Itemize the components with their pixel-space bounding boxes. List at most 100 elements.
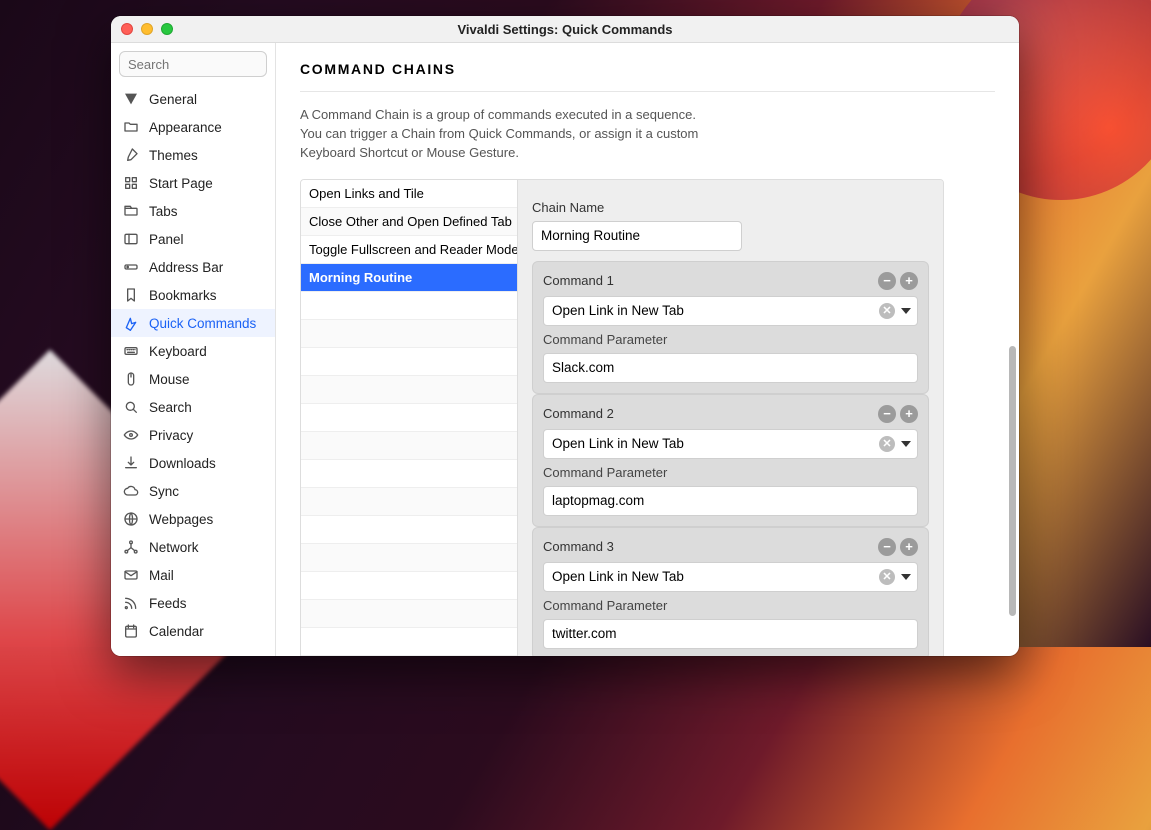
bookmark-icon [123, 287, 139, 303]
zoom-window-button[interactable] [161, 23, 173, 35]
command-action-select[interactable]: Open Link in New Tab ✕ [543, 429, 918, 459]
sidebar-item-label: Search [149, 400, 192, 415]
clear-icon[interactable]: ✕ [879, 436, 895, 452]
chain-editor: Chain Name Command 1 − + Open Link in Ne… [518, 180, 943, 656]
tabs-icon [123, 203, 139, 219]
chain-list-empty-row [301, 460, 517, 488]
command-card: Command 2 − + Open Link in New Tab ✕ Com… [532, 394, 929, 527]
sidebar-item-address-bar[interactable]: Address Bar [111, 253, 275, 281]
search-input[interactable] [119, 51, 267, 77]
chain-list-empty-row [301, 292, 517, 320]
sidebar-item-privacy[interactable]: Privacy [111, 421, 275, 449]
command-action-select[interactable]: Open Link in New Tab ✕ [543, 562, 918, 592]
cloud-icon [123, 483, 139, 499]
remove-command-button[interactable]: − [878, 272, 896, 290]
sidebar-item-quick-commands[interactable]: Quick Commands [111, 309, 275, 337]
sidebar-item-label: Address Bar [149, 260, 223, 275]
command-title: Command 3 [543, 539, 614, 554]
remove-command-button[interactable]: − [878, 405, 896, 423]
remove-command-button[interactable]: − [878, 538, 896, 556]
sidebar-item-start-page[interactable]: Start Page [111, 169, 275, 197]
sidebar-item-bookmarks[interactable]: Bookmarks [111, 281, 275, 309]
sidebar: General Appearance Themes Start Page Tabs Pan… [111, 43, 276, 656]
add-command-button[interactable]: + [900, 538, 918, 556]
window-controls [121, 23, 173, 35]
sidebar-item-panel[interactable]: Panel [111, 225, 275, 253]
sidebar-item-label: Webpages [149, 512, 213, 527]
sidebar-item-label: Start Page [149, 176, 213, 191]
command-param-input[interactable] [543, 619, 918, 649]
add-command-button[interactable]: + [900, 272, 918, 290]
clear-icon[interactable]: ✕ [879, 303, 895, 319]
vivaldi-icon [123, 91, 139, 107]
chain-list-empty-row [301, 488, 517, 516]
chain-list-empty-row [301, 404, 517, 432]
globe-icon [123, 511, 139, 527]
sidebar-item-label: Panel [149, 232, 184, 247]
chain-list-empty-row [301, 320, 517, 348]
sidebar-item-downloads[interactable]: Downloads [111, 449, 275, 477]
sidebar-item-calendar[interactable]: Calendar [111, 617, 275, 645]
panel-icon [123, 231, 139, 247]
chevron-down-icon [901, 574, 911, 580]
sidebar-item-general[interactable]: General [111, 85, 275, 113]
clear-icon[interactable]: ✕ [879, 569, 895, 585]
sidebar-item-sync[interactable]: Sync [111, 477, 275, 505]
titlebar: Vivaldi Settings: Quick Commands [111, 16, 1019, 43]
sidebar-item-feeds[interactable]: Feeds [111, 589, 275, 617]
settings-window: Vivaldi Settings: Quick Commands General… [111, 16, 1019, 656]
mail-icon [123, 567, 139, 583]
divider [300, 91, 995, 92]
brush-icon [123, 147, 139, 163]
command-action-value: Open Link in New Tab [552, 569, 684, 584]
command-param-input[interactable] [543, 486, 918, 516]
sidebar-item-search[interactable]: Search [111, 393, 275, 421]
chevron-down-icon [901, 441, 911, 447]
command-param-input[interactable] [543, 353, 918, 383]
add-command-button[interactable]: + [900, 405, 918, 423]
sidebar-item-label: Themes [149, 148, 198, 163]
sidebar-item-label: Tabs [149, 204, 178, 219]
qc-icon [123, 315, 139, 331]
main-panel: Command Chains A Command Chain is a grou… [276, 43, 1019, 656]
sidebar-item-label: Sync [149, 484, 179, 499]
sidebar-item-appearance[interactable]: Appearance [111, 113, 275, 141]
chain-list-item[interactable]: Close Other and Open Defined Tab [301, 208, 517, 236]
grid-icon [123, 175, 139, 191]
calendar-icon [123, 623, 139, 639]
section-heading: Command Chains [300, 61, 995, 77]
sidebar-item-mouse[interactable]: Mouse [111, 365, 275, 393]
command-card: Command 3 − + Open Link in New Tab ✕ Com… [532, 527, 929, 656]
sidebar-item-mail[interactable]: Mail [111, 561, 275, 589]
sidebar-item-tabs[interactable]: Tabs [111, 197, 275, 225]
sidebar-item-label: General [149, 92, 197, 107]
download-icon [123, 455, 139, 471]
command-title: Command 2 [543, 406, 614, 421]
chain-list: Open Links and TileClose Other and Open … [301, 180, 518, 656]
mouse-icon [123, 371, 139, 387]
chain-name-input[interactable] [532, 221, 742, 251]
sidebar-item-label: Quick Commands [149, 316, 256, 331]
sidebar-item-themes[interactable]: Themes [111, 141, 275, 169]
close-window-button[interactable] [121, 23, 133, 35]
chain-list-empty-row [301, 432, 517, 460]
chain-list-empty-row [301, 544, 517, 572]
keyboard-icon [123, 343, 139, 359]
command-title: Command 1 [543, 273, 614, 288]
sidebar-item-webpages[interactable]: Webpages [111, 505, 275, 533]
network-icon [123, 539, 139, 555]
command-action-select[interactable]: Open Link in New Tab ✕ [543, 296, 918, 326]
chain-list-empty-row [301, 516, 517, 544]
command-chains-editor: Open Links and TileClose Other and Open … [300, 179, 944, 656]
chain-list-item[interactable]: Open Links and Tile [301, 180, 517, 208]
command-action-value: Open Link in New Tab [552, 436, 684, 451]
sidebar-item-keyboard[interactable]: Keyboard [111, 337, 275, 365]
sidebar-item-label: Appearance [149, 120, 222, 135]
chain-list-item[interactable]: Toggle Fullscreen and Reader Mode [301, 236, 517, 264]
scrollbar[interactable] [1009, 346, 1016, 616]
eye-icon [123, 427, 139, 443]
feed-icon [123, 595, 139, 611]
minimize-window-button[interactable] [141, 23, 153, 35]
chain-list-item[interactable]: Morning Routine [301, 264, 517, 292]
sidebar-item-network[interactable]: Network [111, 533, 275, 561]
